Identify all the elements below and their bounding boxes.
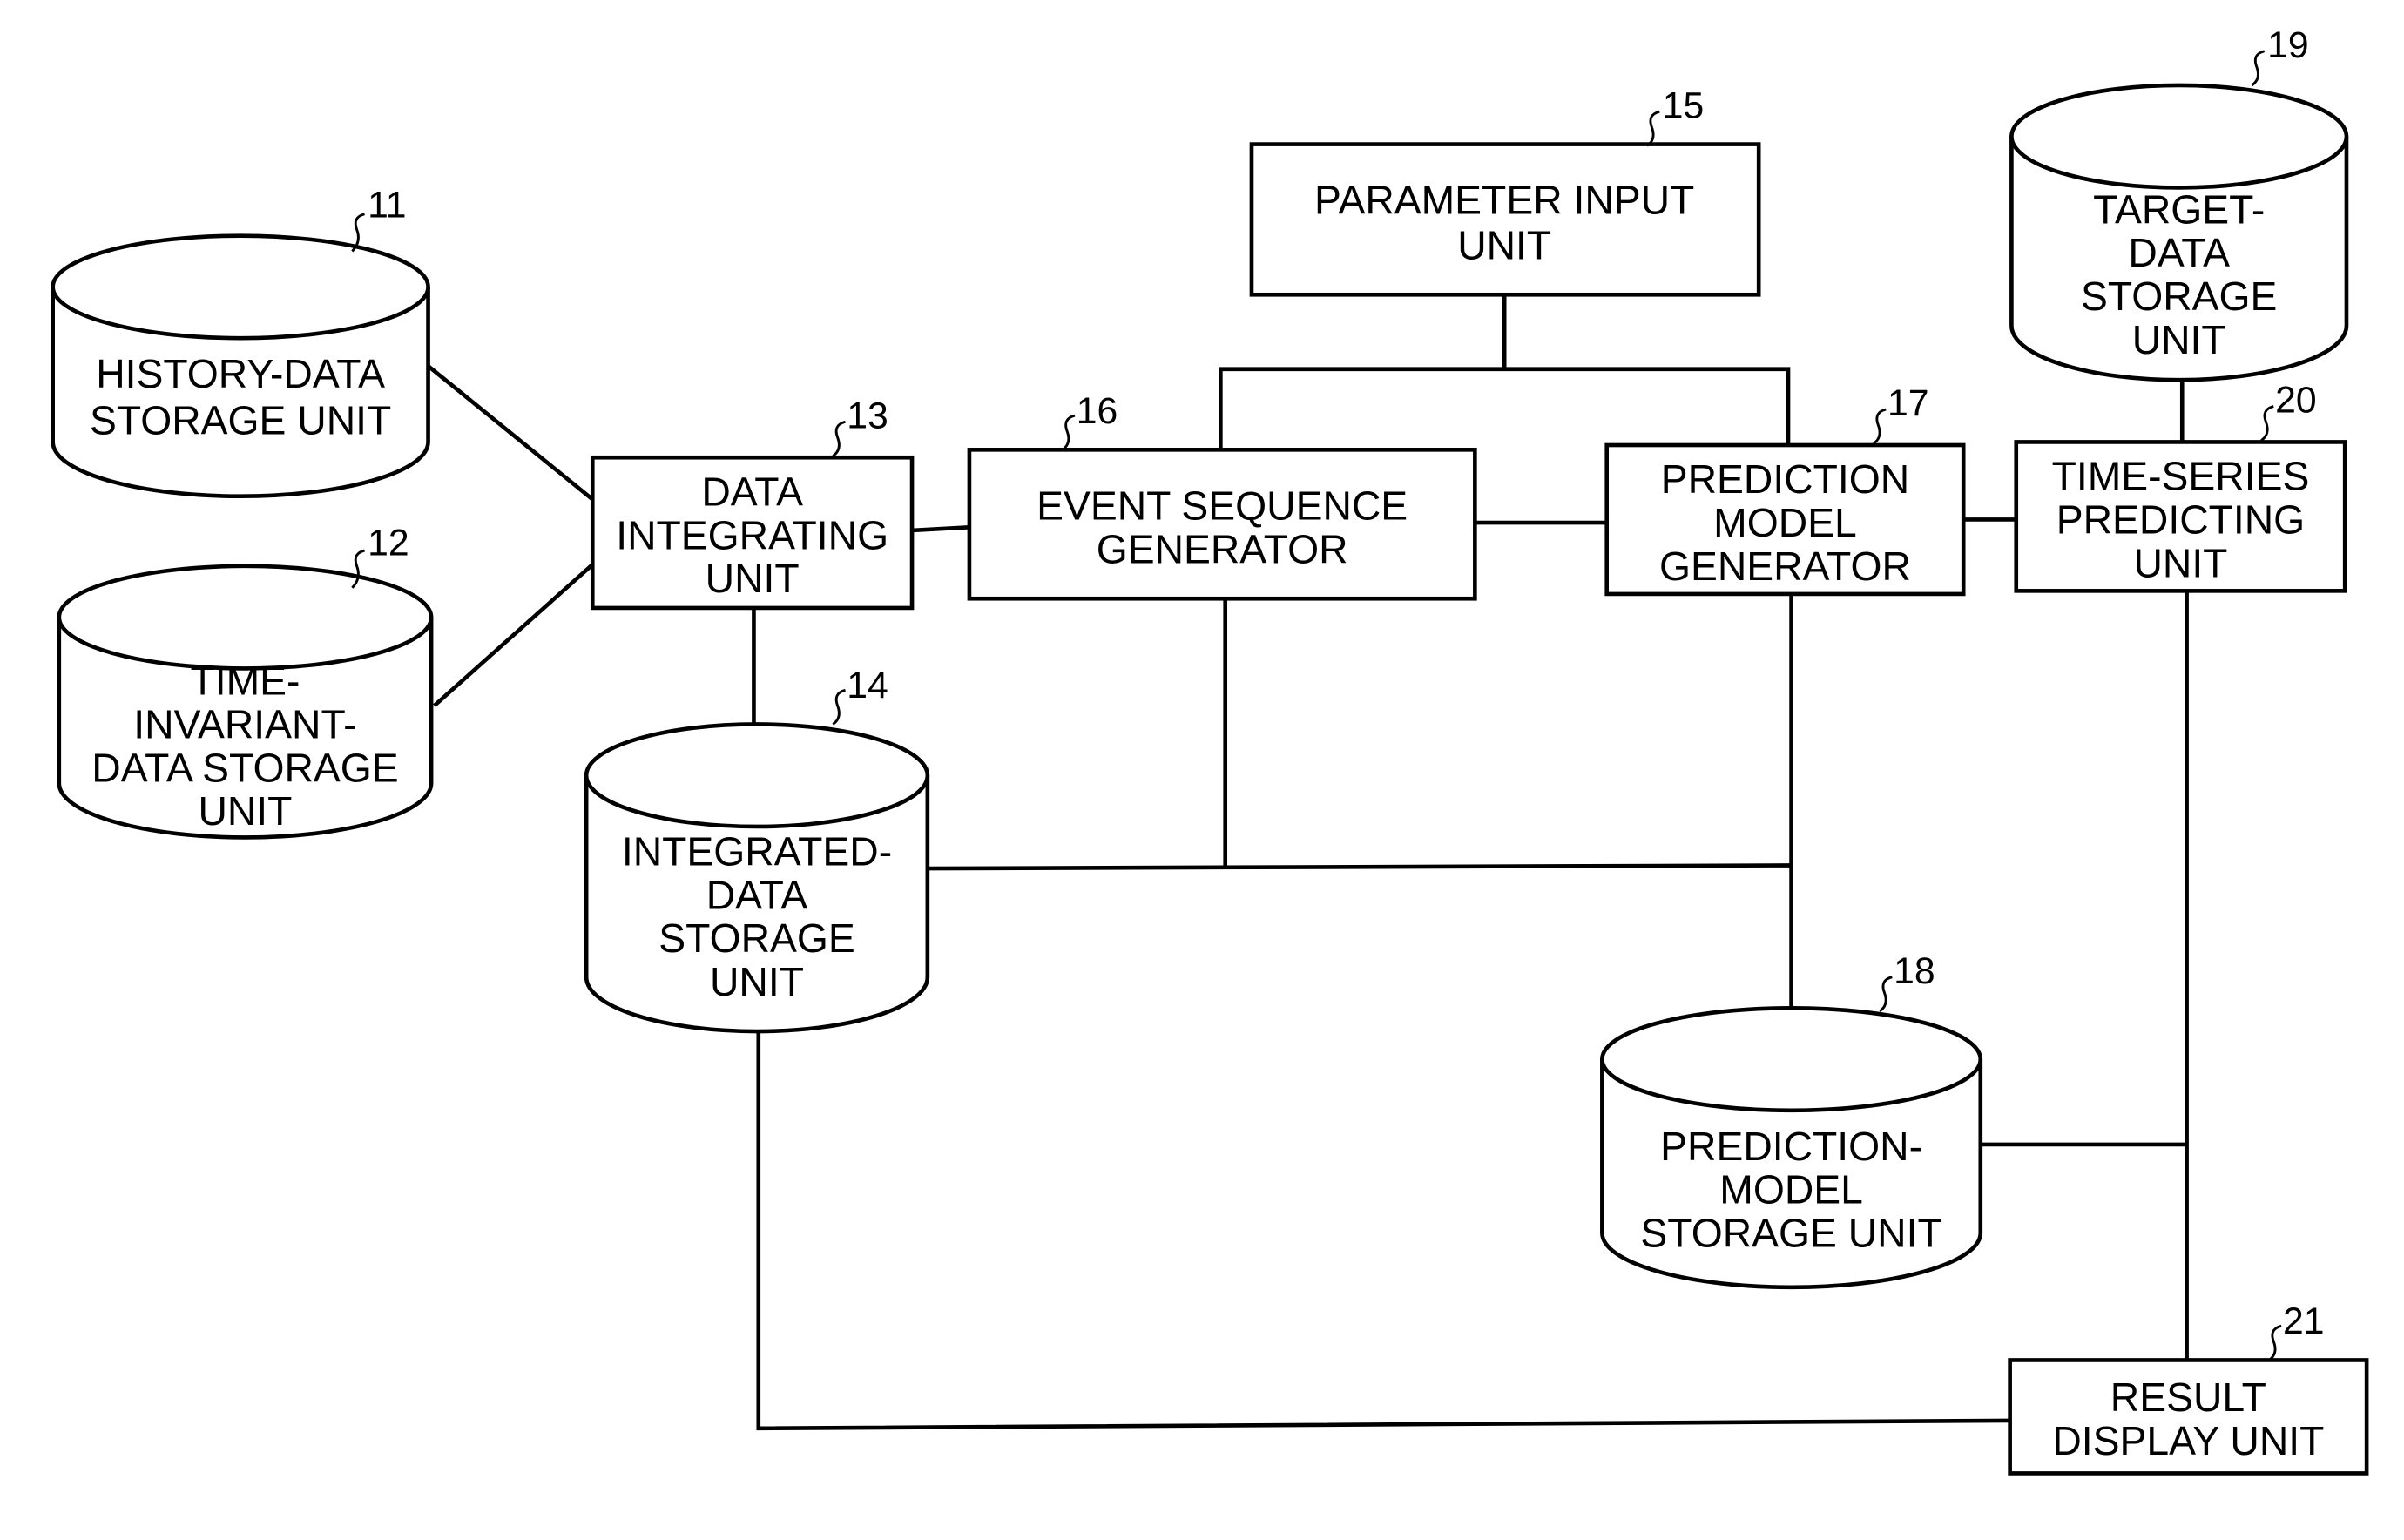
- label-line: DATA: [706, 872, 808, 917]
- label-line: PREDICTION: [1661, 456, 1909, 502]
- label-line: DATA: [701, 469, 803, 514]
- ref-15: 15: [1663, 84, 1705, 126]
- label-line: DATA STORAGE: [91, 745, 398, 790]
- label-line: UNIT: [198, 788, 292, 834]
- edge-12-13: [433, 563, 594, 707]
- label-line: TIME-: [190, 659, 300, 704]
- label-line: TIME-SERIES: [2052, 454, 2310, 499]
- label-line: PREDICTING: [2056, 496, 2305, 542]
- label-line: UNIT: [2133, 540, 2227, 585]
- ref-11: 11: [368, 184, 406, 226]
- edge-17-14-bus: [926, 863, 1792, 871]
- label-line: STORAGE: [2081, 274, 2277, 319]
- label-line: STORAGE UNIT: [90, 398, 391, 443]
- node-time-invariant-data-storage: TIME-INVARIANT-DATA STORAGE UNIT: [57, 564, 434, 840]
- ref-12: 12: [368, 522, 409, 564]
- node-event-sequence-generator: EVENT SEQUENCE GENERATOR: [967, 448, 1477, 601]
- ref-21: 21: [2283, 1300, 2325, 1342]
- node-time-series-predicting-unit: TIME-SERIES PREDICTING UNIT: [2014, 440, 2347, 593]
- label-line: PREDICTION-: [1660, 1124, 1922, 1169]
- label-line: EVENT SEQUENCE: [1037, 483, 1408, 528]
- label-line: STORAGE: [658, 915, 854, 961]
- ref-17: 17: [1887, 382, 1929, 424]
- label-line: TARGET-: [2093, 186, 2265, 232]
- label-line: INTEGRATED-: [622, 828, 892, 874]
- label-line: RESULT: [2110, 1375, 2266, 1420]
- edge-11-13: [427, 364, 594, 502]
- label-line: UNIT: [2132, 317, 2226, 362]
- label-line: MODEL: [1713, 500, 1857, 545]
- edge-13-16: [911, 525, 970, 533]
- label-line: HISTORY-DATA: [96, 351, 385, 396]
- label-line: GENERATOR: [1097, 526, 1348, 571]
- svg-text:HISTORY-DATASTORAGE UNIT: HISTORY-DATA STORAGE UNIT: [90, 351, 391, 442]
- ref-16: 16: [1077, 390, 1118, 432]
- label-line: GENERATOR: [1659, 544, 1911, 589]
- node-data-integrating-unit: DATA INTEGRATING UNIT: [590, 455, 915, 611]
- label-line: UNIT: [1457, 222, 1551, 267]
- label-line: STORAGE UNIT: [1640, 1210, 1941, 1255]
- label-line: PARAMETER INPUT: [1314, 178, 1694, 223]
- node-history-data-storage: HISTORY-DATA STORAGE UNIT: [51, 233, 430, 499]
- edge-15-16-17: [1219, 367, 1791, 450]
- ref-18: 18: [1894, 950, 1935, 992]
- label-line: INVARIANT-: [133, 702, 356, 747]
- node-prediction-model-storage: PREDICTION-MODEL STORAGE UNIT: [1600, 1005, 1983, 1290]
- label-line: MODEL: [1719, 1167, 1863, 1212]
- label-line: DISPLAY UNIT: [2052, 1418, 2324, 1463]
- node-prediction-model-generator: PREDICTION MODEL GENERATOR: [1604, 442, 1966, 597]
- block-diagram: HISTORY-DATA STORAGE UNIT TIME-INVARIANT-…: [51, 24, 2369, 1476]
- ref-19: 19: [2267, 24, 2309, 66]
- ref-13: 13: [847, 395, 888, 436]
- label-line: DATA: [2128, 230, 2230, 275]
- label-line: INTEGRATING: [616, 512, 888, 557]
- label-line: UNIT: [706, 556, 800, 601]
- node-result-display-unit: RESULT DISPLAY UNIT: [2008, 1358, 2369, 1476]
- node-parameter-input-unit: PARAMETER INPUT UNIT: [1249, 142, 1761, 297]
- ref-20: 20: [2275, 380, 2317, 422]
- node-integrated-data-storage: INTEGRATED-DATA STORAGE UNIT: [584, 722, 930, 1034]
- ref-14: 14: [847, 665, 888, 706]
- node-target-data-storage: TARGET-DATA STORAGE UNIT: [2009, 83, 2349, 382]
- label-line: UNIT: [710, 959, 804, 1004]
